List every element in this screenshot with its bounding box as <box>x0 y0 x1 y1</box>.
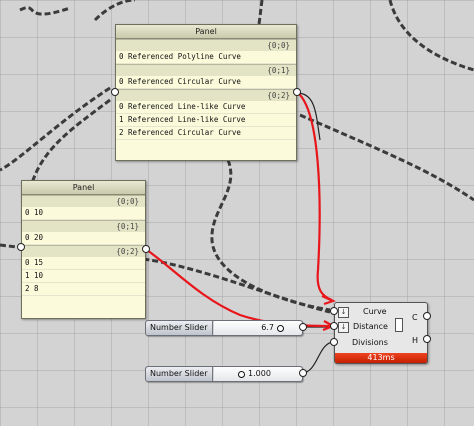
panel-branch: {0;0} 0 10 <box>22 195 145 220</box>
branch-path: {0;0} <box>116 39 296 51</box>
slider-value: 1.000 <box>248 369 271 378</box>
branch-path: {0;2} <box>22 245 145 257</box>
list-item: 0 Referenced Circular Curve <box>116 76 296 89</box>
panel-curves[interactable]: Panel {0;0} 0 Referenced Polyline Curve … <box>115 24 297 161</box>
input-divisions-port[interactable] <box>330 338 338 346</box>
number-slider-distance[interactable]: Number Slider 6.7 <box>145 320 303 336</box>
panel-branch: {0;1} 0 20 <box>22 220 145 245</box>
list-item: 1 Referenced Line-like Curve <box>116 114 296 127</box>
input-curve-port[interactable] <box>330 307 338 315</box>
input-distance-port[interactable] <box>330 322 338 330</box>
list-item: 0 Referenced Polyline Curve <box>116 51 296 64</box>
panel-branch: {0;1} 0 Referenced Circular Curve <box>116 64 296 89</box>
panel-numbers-input-port[interactable] <box>17 243 25 251</box>
panel-title: Panel <box>116 25 296 39</box>
branch-path: {0;2} <box>116 89 296 101</box>
list-item: 2 8 <box>22 283 145 296</box>
panel-branch: {0;0} 0 Referenced Polyline Curve <box>116 39 296 64</box>
slider-divisions-output-port[interactable] <box>299 369 307 377</box>
flatten-hint-icon[interactable]: ↓ <box>338 322 349 333</box>
number-slider-divisions[interactable]: Number Slider 1.000 <box>145 366 303 382</box>
input-curve-label: Curve <box>363 307 387 316</box>
list-item: 2 Referenced Circular Curve <box>116 127 296 140</box>
output-h-port[interactable] <box>423 335 431 343</box>
list-item: 0 20 <box>22 232 145 245</box>
branch-path: {0;1} <box>22 220 145 232</box>
panel-curves-output-port[interactable] <box>293 88 301 96</box>
slider-distance-output-port[interactable] <box>299 323 307 331</box>
input-distance-label: Distance <box>353 322 388 331</box>
list-item: 0 15 <box>22 257 145 270</box>
output-h-label: H <box>412 336 419 345</box>
panel-numbers-output-port[interactable] <box>142 245 150 253</box>
output-c-label: C <box>412 313 418 322</box>
output-c-port[interactable] <box>423 312 431 320</box>
list-item: 0 10 <box>22 207 145 220</box>
input-divisions-label: Divisions <box>352 338 388 347</box>
runtime-status-bar: 413ms <box>335 353 427 363</box>
list-item: 0 Referenced Line-like Curve <box>116 101 296 114</box>
slider-label: Number Slider <box>146 367 213 381</box>
flatten-hint-icon[interactable]: ↓ <box>338 307 349 318</box>
slider-track[interactable]: 6.7 <box>214 321 302 335</box>
slider-knob[interactable] <box>277 325 284 332</box>
divide-component[interactable]: ↓ Curve ↓ Distance Divisions C H 413ms <box>334 302 428 364</box>
slider-track[interactable]: 1.000 <box>214 367 302 381</box>
component-icon <box>395 318 403 332</box>
panel-branch: {0;2} 0 15 1 10 2 8 <box>22 245 145 296</box>
slider-value: 6.7 <box>261 323 274 332</box>
panel-title: Panel <box>22 181 145 195</box>
panel-curves-input-port[interactable] <box>111 88 119 96</box>
branch-path: {0;1} <box>116 64 296 76</box>
list-item: 1 10 <box>22 270 145 283</box>
slider-knob[interactable] <box>238 371 245 378</box>
panel-numbers[interactable]: Panel {0;0} 0 10 {0;1} 0 20 {0;2} 0 15 1… <box>21 180 146 319</box>
branch-path: {0;0} <box>22 195 145 207</box>
slider-label: Number Slider <box>146 321 213 335</box>
panel-branch: {0;2} 0 Referenced Line-like Curve 1 Ref… <box>116 89 296 140</box>
